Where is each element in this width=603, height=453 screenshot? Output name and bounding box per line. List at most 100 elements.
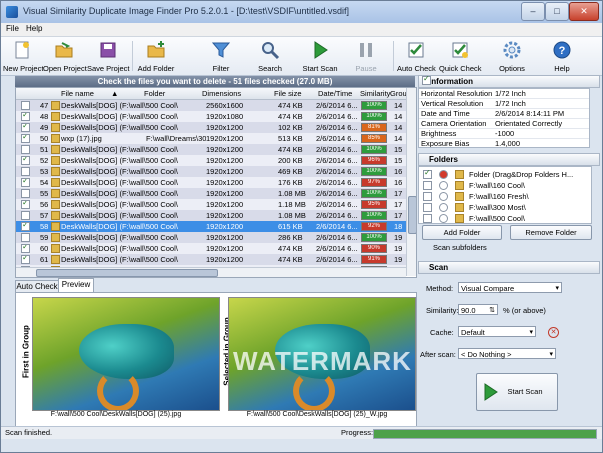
date-time: 2/6/2014 6...: [316, 211, 358, 220]
table-row[interactable]: 57 DeskWalls[DOG] (F:\wall\500 Cool\ 1920x…: [16, 210, 406, 221]
table-row[interactable]: 47 DeskWalls[DOG] (F:\wall\500 Cool\ 2560x…: [16, 100, 406, 111]
include-checkbox[interactable]: [423, 192, 432, 201]
table-row[interactable]: 53 DeskWalls[DOG] (F:\wall\500 Cool\ 1920x…: [16, 166, 406, 177]
column-date-time[interactable]: Date/Time: [318, 89, 358, 98]
include-checkbox[interactable]: [423, 181, 432, 190]
folder-icon: [455, 170, 464, 179]
close-button[interactable]: ✕: [569, 2, 599, 21]
table-row[interactable]: 52DeskWalls[DOG] (F:\wall\500 Cool\1920x…: [16, 155, 406, 166]
row-checkbox[interactable]: [21, 211, 30, 220]
options-button[interactable]: Options: [495, 38, 529, 74]
scan-header[interactable]: Scan: [418, 261, 600, 274]
file-name: DeskWalls[DOG] (F:\wall\500 Cool\: [61, 222, 178, 231]
column-folder[interactable]: Folder: [144, 89, 204, 98]
include-checkbox[interactable]: [423, 168, 432, 179]
row-checkbox[interactable]: [21, 123, 30, 132]
table-row[interactable]: 58DeskWalls[DOG] (F:\wall\500 Cool\1920x…: [16, 221, 406, 232]
table-row[interactable]: 54DeskWalls[DOG] (F:\wall\500 Cool\1920x…: [16, 177, 406, 188]
table-row[interactable]: 56DeskWalls[DOG] (F:\wall\500 Cool\1920x…: [16, 199, 406, 210]
search-button[interactable]: Search: [253, 38, 287, 74]
exclude-icon[interactable]: [439, 192, 448, 201]
table-row[interactable]: 49DeskWalls[DOG] (F:\wall\500 Cool\1920x…: [16, 122, 406, 133]
include-checkbox[interactable]: [423, 214, 432, 223]
folder-item[interactable]: F:\wall\160 Cool\: [419, 180, 591, 190]
auto-check-icon: [408, 42, 424, 58]
folder-item[interactable]: F:\wall\160 Fresh\: [419, 191, 591, 201]
folder-item[interactable]: F:\wall\500 Cool\: [419, 213, 591, 223]
row-checkbox[interactable]: [21, 112, 30, 121]
filter-button[interactable]: Filter: [204, 38, 238, 74]
table-row[interactable]: 59 DeskWalls[DOG] (F:\wall\500 Cool\ 1920x…: [16, 232, 406, 243]
table-row[interactable]: 55 DeskWalls[DOG] (F:\wall\500 Cool\ 1920x…: [16, 188, 406, 199]
folder-path: F:\wall\Dreams\30 Dr...: [146, 134, 206, 143]
exclude-icon[interactable]: [439, 181, 448, 190]
add-folder-panel-button[interactable]: Add Folder: [422, 225, 502, 240]
maximize-button[interactable]: □: [545, 2, 569, 21]
window-title: Visual Similarity Duplicate Image Finder…: [23, 6, 349, 16]
search-magnifier-icon: [262, 42, 280, 60]
new-project-button[interactable]: New Project: [3, 38, 43, 74]
clear-cache-icon[interactable]: ✕: [548, 327, 559, 338]
folders-header[interactable]: Folders: [418, 153, 600, 166]
row-checkbox[interactable]: [21, 244, 30, 253]
start-scan-panel-button[interactable]: Start Scan: [476, 373, 558, 411]
minimize-button[interactable]: –: [521, 2, 545, 21]
horizontal-scrollbar[interactable]: [16, 267, 406, 277]
auto-check-button[interactable]: Auto Check: [397, 38, 436, 74]
remove-folder-button[interactable]: Remove Folder: [510, 225, 592, 240]
column-file-size[interactable]: File size: [274, 89, 314, 98]
row-checkbox[interactable]: [21, 134, 30, 143]
row-checkbox[interactable]: [21, 233, 30, 242]
scan-subfolders-checkbox[interactable]: [422, 74, 431, 85]
exclude-icon[interactable]: [439, 170, 448, 179]
row-checkbox[interactable]: [21, 145, 30, 154]
row-checkbox[interactable]: [21, 222, 30, 231]
include-checkbox[interactable]: [423, 203, 432, 212]
info-row: Horizontal Resolution 1/72 Inch: [419, 89, 589, 99]
column-dimensions[interactable]: Dimensions: [202, 89, 262, 98]
quick-check-button[interactable]: Quick Check: [439, 38, 482, 74]
similarity-badge: 100%: [361, 112, 387, 121]
similarity-input[interactable]: 90.0 ⇅: [458, 304, 498, 315]
row-checkbox[interactable]: [21, 178, 30, 187]
image-file-icon: [51, 101, 60, 110]
pause-button[interactable]: Pause: [349, 38, 383, 74]
menu-help[interactable]: Help: [26, 24, 42, 33]
folder-item[interactable]: F:\wall\300 Most\: [419, 202, 591, 212]
save-project-button[interactable]: Save Project: [87, 38, 130, 74]
scroll-thumb[interactable]: [36, 269, 218, 277]
menu-file[interactable]: File: [6, 24, 19, 33]
row-checkbox[interactable]: [21, 189, 30, 198]
row-checkbox[interactable]: [21, 255, 30, 264]
table-row[interactable]: 51 DeskWalls[DOG] (F:\wall\500 Cool\ 1920x…: [16, 144, 406, 155]
vertical-scrollbar[interactable]: [406, 88, 416, 276]
table-row[interactable]: 60DeskWalls[DOG] (F:\wall\500 Cool\1920x…: [16, 243, 406, 254]
file-size: 474 KB: [278, 255, 303, 264]
scroll-thumb[interactable]: [408, 196, 416, 234]
open-project-button[interactable]: Open Project: [43, 38, 87, 74]
help-button[interactable]: ? Help: [547, 38, 577, 74]
after-scan-select[interactable]: < Do Nothing > ▾: [458, 348, 556, 359]
status-bar: Scan finished. Progress:: [1, 426, 602, 439]
folder-item[interactable]: Folder (Drag&Drop Folders H...: [419, 168, 591, 179]
image-file-icon: [51, 112, 60, 121]
dimensions: 1920x1200: [206, 244, 244, 253]
tab-preview[interactable]: Preview: [58, 278, 94, 293]
toolbar-separator: [393, 41, 394, 71]
file-name: DeskWalls[DOG] (F:\wall\500 Cool\: [61, 233, 178, 242]
start-scan-button[interactable]: Start Scan: [301, 38, 339, 74]
exclude-icon[interactable]: [439, 214, 448, 223]
table-row[interactable]: 50wxp (17).jpgF:\wall\Dreams\30 Dr...192…: [16, 133, 406, 144]
table-row[interactable]: 48DeskWalls[DOG] (F:\wall\500 Cool\1920x…: [16, 111, 406, 122]
method-select[interactable]: Visual Compare ▾: [458, 282, 562, 293]
exclude-icon[interactable]: [439, 203, 448, 212]
cache-select[interactable]: Default ▾: [458, 326, 536, 337]
information-header[interactable]: Information: [418, 75, 600, 88]
image-file-icon: [51, 167, 60, 176]
row-checkbox[interactable]: [21, 156, 30, 165]
row-checkbox[interactable]: [21, 101, 30, 110]
table-row[interactable]: 61DeskWalls[DOG] (F:\wall\500 Cool\1920x…: [16, 254, 406, 265]
add-folder-button[interactable]: Add Folder: [136, 38, 176, 74]
row-checkbox[interactable]: [21, 167, 30, 176]
row-checkbox[interactable]: [21, 200, 30, 209]
